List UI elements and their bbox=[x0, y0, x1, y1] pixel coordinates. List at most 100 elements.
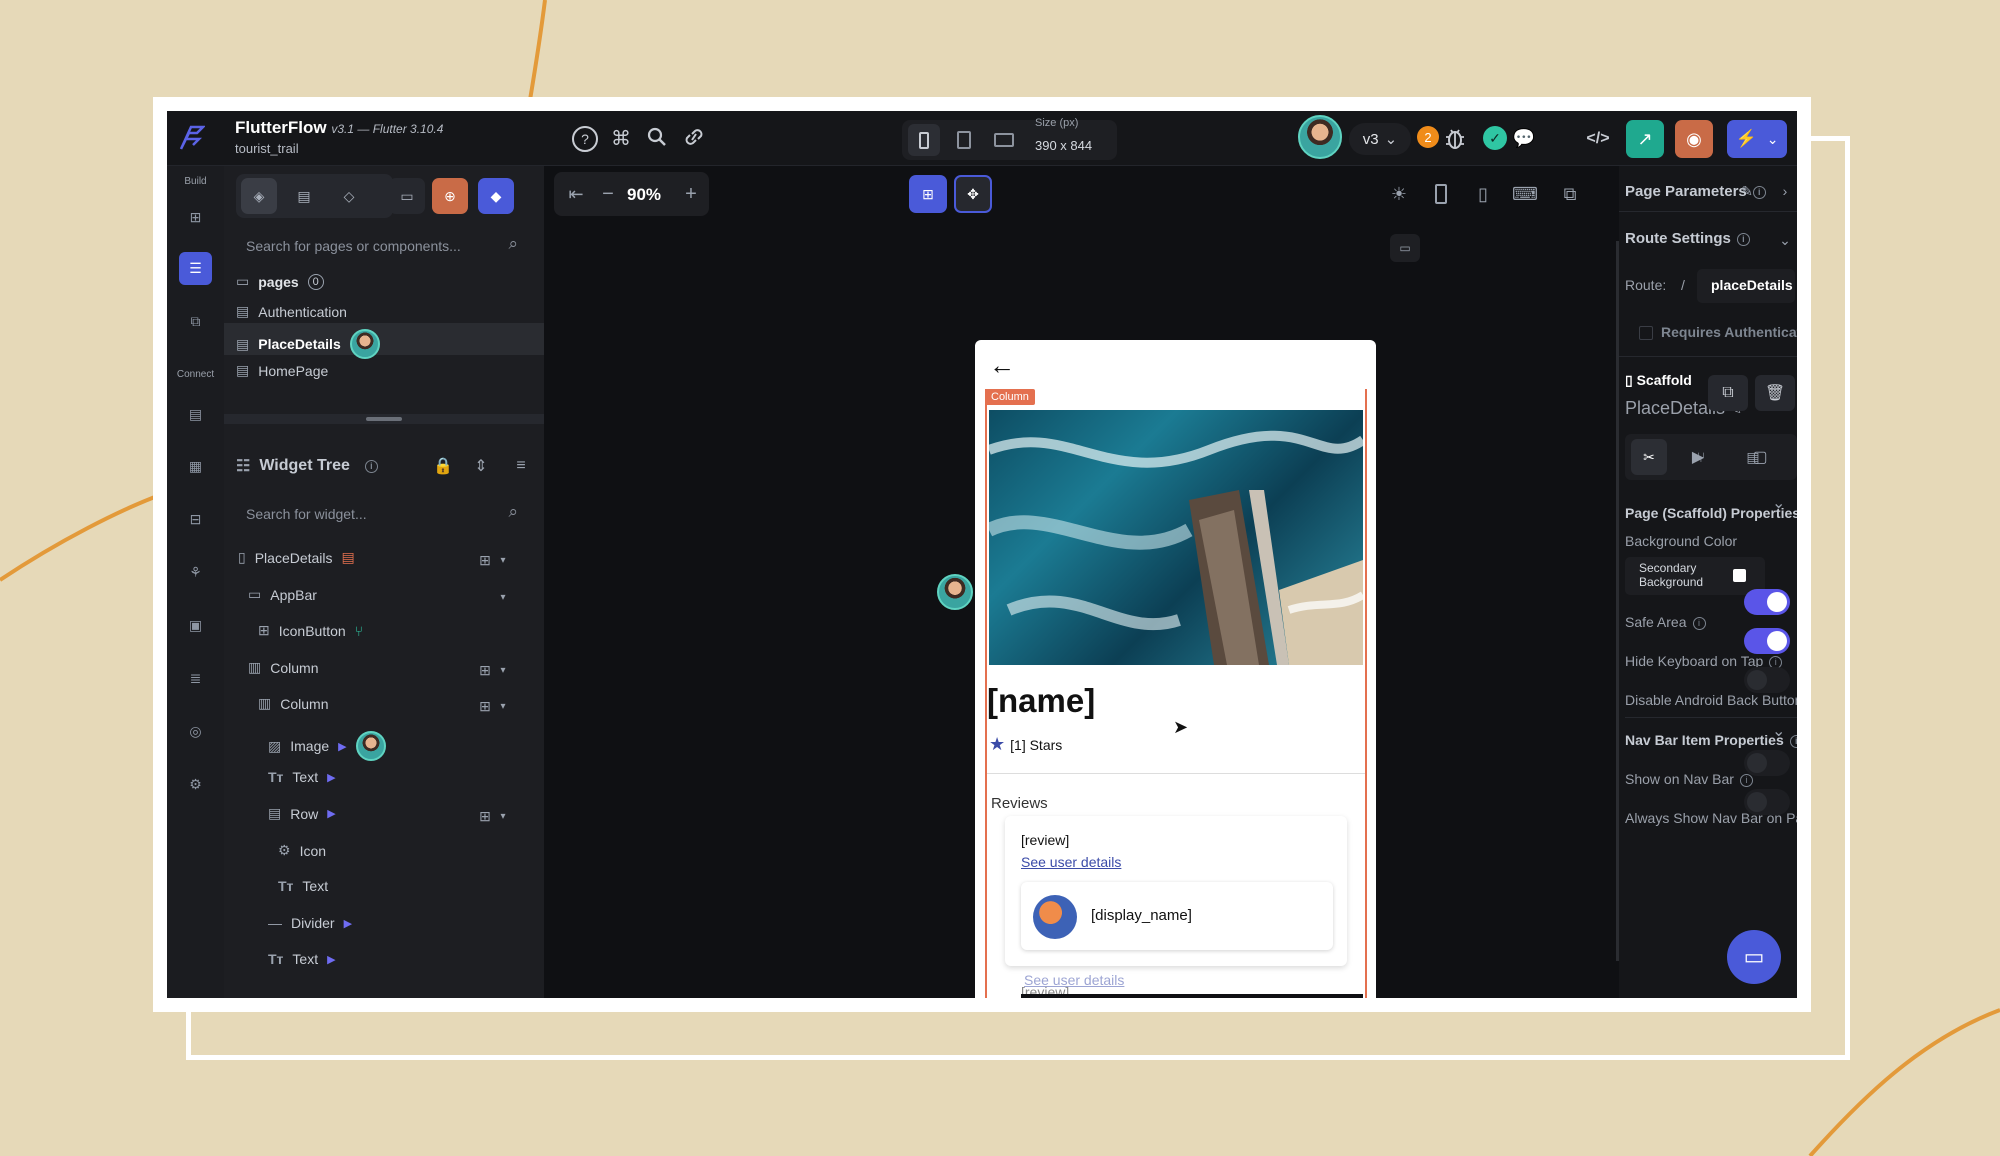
light-mode-icon[interactable]: ☀ bbox=[1384, 179, 1414, 209]
chevron-down-icon[interactable]: ⌄ bbox=[1772, 721, 1785, 741]
back-arrow-icon[interactable]: ← bbox=[989, 350, 1015, 381]
keyboard-icon[interactable]: ⌨ bbox=[1510, 179, 1540, 209]
always-show-nav-toggle[interactable] bbox=[1744, 789, 1790, 815]
edit-icon[interactable]: ✎ bbox=[1737, 181, 1757, 201]
tree-node-text[interactable]: Tт Text ▶ bbox=[268, 951, 336, 967]
hide-keyboard-toggle[interactable] bbox=[1744, 628, 1790, 654]
search-icon[interactable] bbox=[646, 126, 668, 148]
desktop-device-icon[interactable] bbox=[988, 124, 1020, 156]
user-card[interactable]: [display_name] bbox=[1021, 882, 1333, 950]
bg-color-selector[interactable]: Secondary Background bbox=[1625, 557, 1765, 595]
user-avatar[interactable] bbox=[1298, 115, 1342, 159]
chevron-down-icon[interactable]: ⌄ bbox=[1775, 230, 1795, 250]
open-external-button[interactable]: ↗ bbox=[1626, 120, 1664, 158]
zoom-in-icon[interactable]: + bbox=[679, 179, 703, 209]
code-view-icon[interactable]: </> bbox=[1583, 125, 1613, 153]
dropdown-icon[interactable]: ▾ bbox=[496, 549, 510, 571]
expand-collapse-icon[interactable]: ⇕ bbox=[469, 454, 493, 478]
project-name[interactable]: tourist_trail bbox=[235, 141, 299, 156]
safe-area-toggle[interactable] bbox=[1744, 589, 1790, 615]
run-button[interactable]: ⚡ ⌄ bbox=[1727, 120, 1787, 158]
media-assets-icon[interactable]: ⊟ bbox=[179, 503, 212, 536]
zoom-level[interactable]: 90% bbox=[627, 185, 661, 205]
add-widget-button[interactable]: ⊞ bbox=[909, 175, 947, 213]
settings-icon[interactable]: ⚙ bbox=[179, 768, 212, 801]
pages-tab-icon[interactable]: ◈ bbox=[241, 178, 277, 214]
see-user-details-link[interactable]: See user details bbox=[1021, 854, 1121, 870]
theme-icon[interactable]: ◎ bbox=[179, 715, 212, 748]
add-child-icon[interactable]: ⊞ bbox=[474, 695, 496, 717]
tree-node-image[interactable]: ▨ Image ▶ bbox=[268, 731, 386, 761]
image-assets-icon[interactable]: ▣ bbox=[179, 609, 212, 642]
dropdown-icon[interactable]: ▾ bbox=[496, 805, 510, 827]
dropdown-icon[interactable]: ▾ bbox=[496, 659, 510, 681]
play-tab-icon[interactable]: ▶ bbox=[1680, 439, 1716, 475]
properties-tab-icon[interactable]: ✂ bbox=[1631, 439, 1667, 475]
chat-support-button[interactable]: ▭ bbox=[1727, 930, 1781, 984]
inspect-button[interactable]: ✥ bbox=[954, 175, 992, 213]
page-item-placedetails[interactable]: ▤ PlaceDetails bbox=[236, 329, 380, 359]
widget-search-input[interactable]: Search for widget... bbox=[238, 506, 367, 522]
duplicate-icon[interactable]: ⧉ bbox=[1708, 375, 1748, 411]
comments-icon[interactable]: 💬 bbox=[1510, 124, 1538, 152]
tree-node-column[interactable]: ▥ Column bbox=[258, 695, 328, 712]
zoom-out-icon[interactable]: − bbox=[596, 179, 620, 209]
tablet-device-icon[interactable] bbox=[948, 124, 980, 156]
place-image[interactable] bbox=[989, 410, 1363, 665]
version-selector[interactable]: v3 ⌄ bbox=[1349, 123, 1411, 155]
place-name[interactable]: [name] bbox=[987, 682, 1095, 720]
route-input[interactable]: placeDetails bbox=[1697, 269, 1795, 303]
tree-node-text[interactable]: Tт Text ▶ bbox=[268, 769, 336, 785]
lock-icon[interactable]: 🔒 bbox=[431, 454, 455, 478]
layout-tab-icon[interactable]: ▢ bbox=[1742, 439, 1778, 475]
dropdown-icon[interactable]: ▾ bbox=[496, 586, 510, 608]
page-selector-icon[interactable]: ☰ bbox=[179, 252, 212, 285]
preview-button[interactable]: ◉ bbox=[1675, 120, 1713, 158]
link-icon[interactable] bbox=[682, 126, 706, 148]
add-child-icon[interactable]: ⊞ bbox=[474, 549, 496, 571]
templates-tab-icon[interactable]: ◇ bbox=[331, 178, 367, 214]
page-search[interactable]: Search for pages or components... ⌕ bbox=[224, 228, 534, 264]
size-value[interactable]: 390 x 844 bbox=[1035, 138, 1092, 153]
custom-code-icon[interactable]: ≣ bbox=[179, 662, 212, 695]
show-nav-bar-toggle[interactable] bbox=[1744, 750, 1790, 776]
disable-back-toggle[interactable] bbox=[1744, 667, 1790, 693]
orientation-icon[interactable]: ▯ bbox=[1468, 179, 1498, 209]
app-values-icon[interactable]: ▦ bbox=[179, 450, 212, 483]
tree-node-divider[interactable]: — Divider ▶ bbox=[268, 915, 352, 931]
components-tab-icon[interactable]: ▤ bbox=[286, 178, 322, 214]
integrations-icon[interactable]: ⚘ bbox=[179, 556, 212, 589]
add-page-icon[interactable]: ⊕ bbox=[432, 178, 468, 214]
tree-node-text[interactable]: Tт Text bbox=[278, 878, 328, 894]
tree-node-iconbutton[interactable]: ⊞ IconButton ⑂ bbox=[258, 622, 363, 639]
see-user-details-link[interactable]: See user details bbox=[1024, 972, 1124, 988]
check-status-icon[interactable]: ✓ bbox=[1483, 126, 1507, 150]
tree-node-icon[interactable]: ⚙ Icon bbox=[278, 842, 326, 859]
device-frame-icon[interactable] bbox=[1426, 179, 1456, 209]
dropdown-icon[interactable]: ▾ bbox=[496, 695, 510, 717]
widget-search[interactable]: Search for widget... ⌕ bbox=[224, 496, 534, 532]
command-palette-icon[interactable]: ⌘ bbox=[608, 124, 634, 152]
tree-node-row[interactable]: ▤ Row ▶ bbox=[268, 805, 336, 822]
tree-node-placedetails[interactable]: ▯ PlaceDetails ▤ bbox=[238, 549, 355, 566]
delete-icon[interactable]: 🗑 bbox=[1755, 375, 1795, 411]
tree-options-icon[interactable]: ≡ bbox=[507, 454, 535, 478]
add-child-icon[interactable]: ⊞ bbox=[474, 659, 496, 681]
bug-icon[interactable] bbox=[1443, 125, 1467, 151]
panel-resize-divider[interactable] bbox=[224, 414, 544, 424]
widget-layout-icon[interactable]: ⧉ bbox=[1555, 179, 1585, 209]
route-settings-title[interactable]: Route Settings i bbox=[1625, 230, 1750, 247]
page-item-homepage[interactable]: ▤ HomePage bbox=[236, 362, 328, 379]
pages-folder[interactable]: ▭ pages 0 bbox=[236, 273, 324, 290]
mobile-device-icon[interactable] bbox=[908, 124, 940, 156]
page-search-input[interactable]: Search for pages or components... bbox=[238, 238, 461, 254]
widget-palette-icon[interactable]: ⊞ bbox=[179, 201, 212, 234]
chevron-down-icon[interactable]: ⌄ bbox=[1772, 493, 1785, 513]
firestore-icon[interactable]: ▤ bbox=[179, 398, 212, 431]
collapse-panel-icon[interactable]: ⇤ bbox=[562, 179, 590, 209]
canvas-mini-toggle-icon[interactable]: ▭ bbox=[1390, 234, 1420, 262]
tree-node-column[interactable]: ▥ Column bbox=[248, 659, 318, 676]
info-icon[interactable]: i bbox=[364, 459, 378, 473]
chevron-right-icon[interactable]: › bbox=[1775, 181, 1795, 201]
requires-auth-checkbox[interactable] bbox=[1639, 326, 1653, 340]
